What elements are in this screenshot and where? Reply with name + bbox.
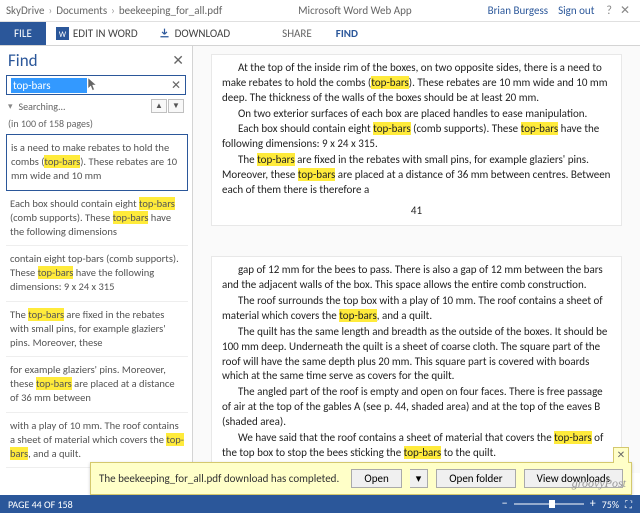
zoom-slider[interactable]: [514, 503, 584, 505]
search-count: (in 100 of 158 pages): [0, 117, 192, 134]
download-icon: [158, 27, 171, 40]
download-notification: ✕ The beekeeping_for_all.pdf download ha…: [90, 462, 632, 495]
results-list: is a need to make rebates to hold the co…: [0, 134, 192, 473]
search-result[interactable]: is a need to make rebates to hold the co…: [6, 134, 188, 191]
chevron-right-icon: ›: [49, 4, 53, 17]
share-tab[interactable]: SHARE: [270, 22, 324, 45]
search-result[interactable]: Each box should contain eight top-bars (…: [6, 191, 188, 247]
svg-text:W: W: [59, 30, 67, 40]
word-icon: W: [56, 27, 69, 40]
edit-in-word-button[interactable]: W EDIT IN WORD: [46, 22, 148, 45]
paragraph: We have said that the roof contains a sh…: [222, 431, 611, 461]
file-tab[interactable]: FILE: [0, 22, 46, 45]
open-folder-button[interactable]: Open folder: [436, 469, 515, 488]
document-view[interactable]: At the top of the inside rim of the boxe…: [193, 46, 640, 473]
status-bar: PAGE 44 OF 158 − + 75% ⛶: [0, 495, 640, 513]
search-result[interactable]: The top-bars are fixed in the rebates wi…: [6, 302, 188, 358]
paragraph: At the top of the inside rim of the boxe…: [222, 61, 611, 106]
search-result[interactable]: for example glaziers' pins. Moreover, th…: [6, 357, 188, 413]
page-indicator[interactable]: PAGE 44 OF 158: [8, 498, 73, 511]
download-message: The beekeeping_for_all.pdf download has …: [99, 472, 343, 485]
chevron-down-icon[interactable]: ▾: [8, 101, 13, 112]
chevron-right-icon: ›: [111, 4, 115, 17]
zoom-out-button[interactable]: −: [502, 497, 508, 511]
find-title: Find: [8, 50, 38, 71]
paragraph: Each box should contain eight top-bars (…: [222, 122, 611, 152]
paragraph: The roof surrounds the top box with a pl…: [222, 294, 611, 324]
cursor-icon: [87, 77, 98, 93]
paragraph: The quilt has the same length and breadt…: [222, 325, 611, 384]
download-button[interactable]: DOWNLOAD: [148, 22, 241, 45]
breadcrumb-file: beekeeping_for_all.pdf: [119, 4, 222, 17]
page-number: 41: [222, 204, 611, 219]
paragraph: gap of 12 mm for the bees to pass. There…: [222, 263, 611, 293]
zoom-in-button[interactable]: +: [590, 497, 596, 511]
breadcrumb-root[interactable]: SkyDrive: [6, 4, 45, 17]
close-icon[interactable]: ✕: [620, 3, 630, 18]
paragraph: The top-bars are fixed in the rebates wi…: [222, 153, 611, 198]
zoom-level[interactable]: 75%: [602, 498, 619, 511]
open-button[interactable]: Open: [351, 469, 401, 488]
ribbon: FILE W EDIT IN WORD DOWNLOAD SHARE FIND: [0, 22, 640, 46]
open-dropdown-button[interactable]: ▾: [410, 469, 429, 488]
search-box[interactable]: ✕: [6, 75, 186, 95]
breadcrumb-folder[interactable]: Documents: [56, 4, 107, 17]
document-page: At the top of the inside rim of the boxe…: [211, 54, 622, 226]
clear-search-button[interactable]: ✕: [171, 78, 181, 93]
app-title: Microsoft Word Web App: [298, 4, 412, 17]
sign-out-link[interactable]: Sign out: [558, 4, 594, 17]
paragraph: On two exterior surfaces of each box are…: [222, 107, 611, 122]
search-input[interactable]: [11, 78, 87, 93]
search-result[interactable]: with a play of 10 mm. The roof contains …: [6, 413, 188, 469]
next-result-button[interactable]: ▼: [168, 99, 184, 113]
paragraph: The angled part of the roof is empty and…: [222, 385, 611, 430]
prev-result-button[interactable]: ▲: [151, 99, 167, 113]
find-tab[interactable]: FIND: [324, 22, 370, 45]
close-notification-button[interactable]: ✕: [613, 447, 629, 463]
help-icon[interactable]: ?: [606, 4, 612, 18]
find-panel: Find ✕ ✕ ▾ Searching... ▲ ▼ (in 100 of 1…: [0, 46, 193, 473]
user-name[interactable]: Brian Burgess: [488, 4, 549, 17]
document-page: gap of 12 mm for the bees to pass. There…: [211, 256, 622, 473]
search-result[interactable]: contain eight top-bars (comb supports). …: [6, 246, 188, 302]
view-downloads-button[interactable]: View downloads: [524, 469, 623, 488]
search-status: Searching...: [19, 100, 66, 113]
close-find-button[interactable]: ✕: [172, 52, 184, 69]
fullscreen-button[interactable]: ⛶: [625, 498, 632, 511]
breadcrumb: SkyDrive › Documents › beekeeping_for_al…: [0, 0, 640, 22]
